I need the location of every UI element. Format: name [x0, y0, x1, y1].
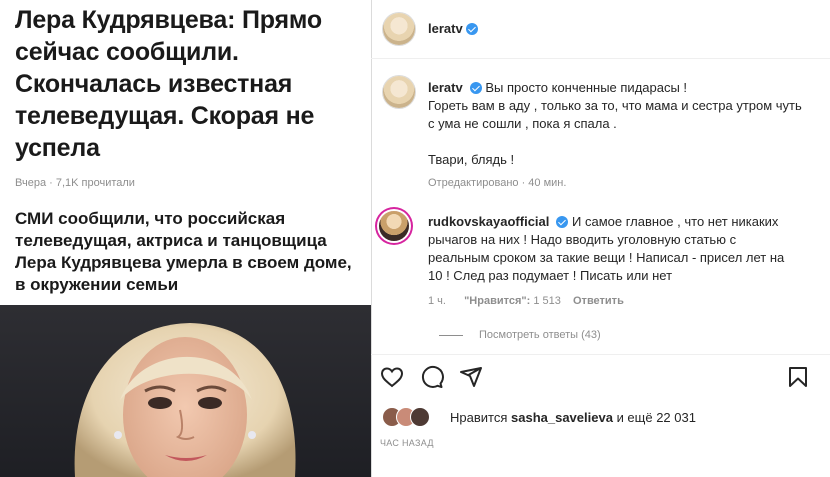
caption-username[interactable]: leratv	[428, 80, 463, 95]
verified-icon	[469, 82, 482, 94]
comment-line-2: рычагов на них ! Надо вводить уголовную …	[428, 232, 737, 247]
caption-line-1: Вы просто конченные пидарасы !	[485, 80, 688, 95]
caption-line-2: Гореть вам в аду , только за то, что мам…	[428, 98, 802, 113]
liker-username[interactable]: sasha_savelieva	[511, 410, 613, 425]
news-article: Лера Кудрявцева: Прямо сейчас сообщили. …	[0, 0, 372, 477]
article-photo	[0, 305, 371, 477]
heart-icon[interactable]	[380, 365, 404, 389]
reply-button[interactable]: Ответить	[573, 295, 624, 307]
article-lead: СМИ сообщили, что российская телеведущая…	[15, 209, 352, 294]
comment-line-3: реальным сроком за такие вещи ! Написал …	[428, 250, 785, 265]
caption-line-3: с ума не сошли , пока я спала .	[428, 116, 617, 131]
likes-summary: Нравится sasha_savelieva и ещё 22 031	[450, 410, 696, 425]
post-panel: leratv leratv Вы просто конченные пидара…	[371, 0, 830, 477]
share-icon[interactable]	[459, 365, 483, 389]
replies-divider	[439, 334, 463, 336]
comment-username[interactable]: rudkovskayaofficial	[428, 214, 549, 229]
portrait-image	[74, 323, 296, 477]
article-headline: Лера Кудрявцева: Прямо сейчас сообщили. …	[15, 6, 322, 162]
likes-count[interactable]: и ещё 22 031	[617, 410, 696, 425]
author-username-text[interactable]: leratv	[428, 21, 463, 36]
article-meta: Вчера · 7,1K прочитали	[15, 177, 135, 189]
post-header: leratv	[371, 0, 830, 59]
caption-edited: Отредактировано · 40 мин.	[428, 177, 567, 189]
comment-line-4: 10 ! След раз подумает ! Писать или нет	[428, 268, 673, 283]
comment-age[interactable]: 1 ч.	[428, 295, 446, 307]
comment-text: rudkovskayaofficial И самое главное , чт…	[428, 213, 828, 285]
avatar	[410, 407, 430, 427]
post-time[interactable]: ЧАС НАЗАД	[380, 438, 434, 448]
likes-prefix: Нравится	[450, 410, 508, 425]
comment-likes-count[interactable]: 1 513	[533, 295, 561, 307]
caption-avatar[interactable]	[383, 76, 415, 108]
view-replies-button[interactable]: Посмотреть ответы (43)	[439, 329, 601, 341]
verified-icon	[465, 23, 478, 35]
comment-likes-label[interactable]: "Нравится":	[464, 295, 530, 307]
post-actions	[371, 354, 830, 401]
comment-icon[interactable]	[420, 365, 444, 389]
verified-icon	[556, 216, 569, 228]
likers-avatars[interactable]	[382, 407, 434, 427]
comment-line-1: И самое главное , что нет никаких	[572, 214, 779, 229]
caption-line-4: Твари, блядь !	[428, 152, 515, 167]
bookmark-icon[interactable]	[786, 365, 810, 389]
caption-text: leratv Вы просто конченные пидарасы ! Го…	[428, 79, 828, 169]
author-avatar[interactable]	[383, 13, 415, 45]
view-replies-label[interactable]: Посмотреть ответы (43)	[479, 329, 601, 341]
author-username[interactable]: leratv	[428, 21, 478, 36]
commenter-avatar[interactable]	[379, 211, 409, 241]
comment-meta: 1 ч. "Нравится": 1 513 Ответить	[428, 295, 624, 307]
